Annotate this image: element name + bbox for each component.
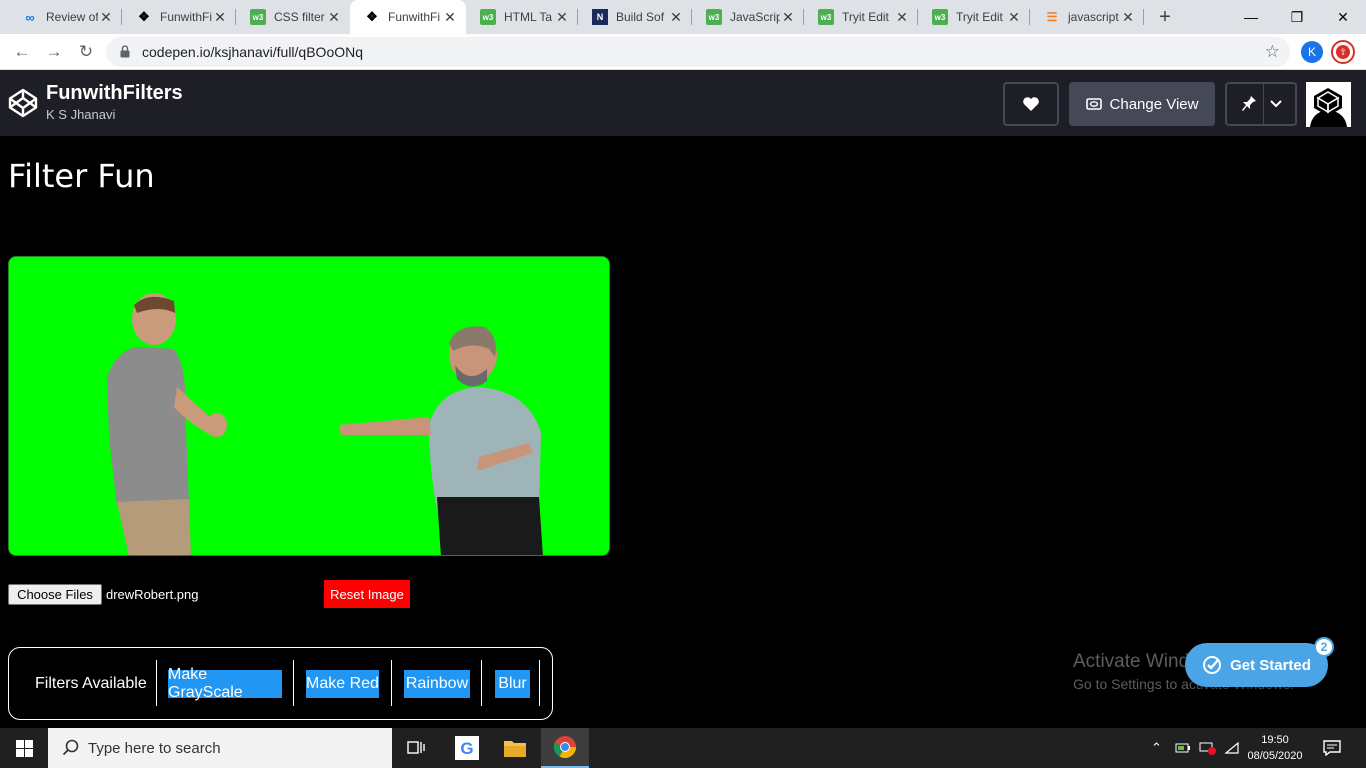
chevron-down-icon[interactable] [1269, 100, 1282, 108]
battery-icon[interactable] [1175, 728, 1191, 768]
taskbar-search[interactable]: Type here to search [48, 728, 392, 768]
lock-icon [120, 45, 130, 58]
browser-tab[interactable]: w3 Tryit Edit ✕ [804, 0, 918, 34]
check-circle-icon [1203, 656, 1222, 674]
pen-author[interactable]: K S Jhanavi [46, 107, 115, 122]
forward-arrow-icon[interactable]: → [42, 40, 66, 64]
w3schools-icon: w3 [818, 9, 834, 25]
browser-tab[interactable]: ❖ FunwithFi ✕ [122, 0, 236, 34]
clock-date: 08/05/2020 [1247, 750, 1303, 762]
windows-taskbar: Type here to search G ⌃ 19:50 08/05/2020 [0, 728, 1366, 768]
windows-start-icon[interactable] [0, 728, 48, 768]
browser-tab[interactable]: w3 JavaScrip ✕ [692, 0, 804, 34]
new-tab-button[interactable]: + [1154, 6, 1176, 28]
w3schools-icon: w3 [480, 9, 496, 25]
close-tab-icon[interactable]: ✕ [1120, 9, 1136, 25]
google-app-icon[interactable]: G [443, 728, 491, 768]
get-started-button[interactable]: Get Started [1185, 643, 1328, 687]
close-tab-icon[interactable]: ✕ [326, 9, 342, 25]
codepen-logo-icon[interactable] [8, 88, 38, 118]
heart-icon [1023, 97, 1039, 111]
close-tab-icon[interactable]: ✕ [212, 9, 228, 25]
buildsoft-icon: N [592, 9, 608, 25]
system-clock[interactable]: 19:50 08/05/2020 [1245, 732, 1305, 764]
image-canvas [8, 256, 610, 556]
change-view-icon [1085, 98, 1102, 110]
network-error-icon[interactable] [1199, 728, 1217, 768]
address-bar[interactable]: codepen.io/ksjhanavi/full/qBOoONq ☆ [106, 37, 1290, 67]
browser-tab[interactable]: N Build Sof ✕ [578, 0, 692, 34]
close-tab-icon[interactable]: ✕ [98, 9, 114, 25]
close-tab-icon[interactable]: ✕ [668, 9, 684, 25]
codepen-icon: ❖ [138, 9, 150, 24]
like-button[interactable] [1003, 82, 1059, 126]
notification-badge: 2 [1314, 637, 1334, 657]
task-view-icon[interactable] [392, 728, 440, 768]
search-icon [62, 739, 79, 756]
reset-image-button[interactable]: Reset Image [324, 580, 410, 608]
make-red-button[interactable]: Make Red [306, 670, 379, 698]
browser-tab[interactable]: w3 CSS filter ✕ [236, 0, 350, 34]
blur-button[interactable]: Blur [495, 670, 530, 698]
search-placeholder: Type here to search [88, 740, 221, 757]
close-window-button[interactable]: ✕ [1320, 0, 1366, 34]
w3schools-icon: w3 [706, 9, 722, 25]
close-tab-icon[interactable]: ✕ [442, 9, 458, 25]
browser-tab[interactable]: w3 Tryit Edit ✕ [918, 0, 1030, 34]
rainbow-button[interactable]: Rainbow [404, 670, 470, 698]
make-grayscale-button[interactable]: Make GrayScale [168, 666, 282, 701]
filters-panel: Filters Available Make GrayScale Make Re… [8, 647, 553, 720]
chrome-app-icon[interactable] [541, 728, 589, 768]
wifi-icon[interactable] [1224, 728, 1240, 768]
get-started-label: Get Started [1230, 656, 1311, 674]
url-text: codepen.io/ksjhanavi/full/qBOoONq [142, 44, 364, 60]
browser-tab-strip: ∞ Review of ✕ ❖ FunwithFi ✕ w3 CSS filte… [0, 0, 1366, 34]
selected-file-name: drewRobert.png [106, 587, 199, 602]
reload-icon[interactable]: ↻ [74, 40, 98, 64]
bookmark-star-icon[interactable]: ☆ [1265, 42, 1280, 62]
profile-avatar[interactable]: K [1301, 41, 1323, 63]
browser-toolbar: ← → ↻ codepen.io/ksjhanavi/full/qBOoONq … [0, 34, 1366, 70]
codepen-header: FunwithFilters K S Jhanavi Change View [0, 70, 1366, 136]
codepen-icon: ❖ [366, 9, 378, 24]
file-explorer-icon[interactable] [491, 728, 539, 768]
close-tab-icon[interactable]: ✕ [1006, 9, 1022, 25]
pen-title[interactable]: FunwithFilters [46, 82, 183, 105]
minimize-button[interactable]: — [1228, 0, 1274, 34]
show-hidden-icons[interactable]: ⌃ [1151, 728, 1162, 768]
browser-tab[interactable]: ☰ javascript ✕ [1030, 0, 1144, 34]
w3schools-icon: w3 [250, 9, 266, 25]
change-view-label: Change View [1109, 95, 1199, 113]
browser-tab[interactable]: ∞ Review of ✕ [8, 0, 122, 34]
back-arrow-icon[interactable]: ← [10, 40, 34, 64]
change-view-button[interactable]: Change View [1069, 82, 1215, 126]
browser-tab[interactable]: w3 HTML Ta ✕ [466, 0, 578, 34]
clock-time: 19:50 [1261, 734, 1289, 746]
green-screen-photo [9, 257, 609, 555]
close-tab-icon[interactable]: ✕ [894, 9, 910, 25]
notification-center-icon[interactable] [1323, 728, 1341, 768]
browser-tab-active[interactable]: ❖ FunwithFi ✕ [350, 0, 466, 34]
filters-label: Filters Available [35, 675, 147, 692]
choose-files-button[interactable]: Choose Files [8, 584, 102, 605]
w3schools-icon: w3 [932, 9, 948, 25]
review-icon: ∞ [25, 9, 35, 25]
pin-button[interactable] [1225, 82, 1297, 126]
close-tab-icon[interactable]: ✕ [554, 9, 570, 25]
extension-icon[interactable]: ⇧ [1331, 40, 1355, 64]
stackoverflow-icon: ☰ [1046, 10, 1058, 24]
pin-icon [1241, 96, 1256, 111]
restore-button[interactable]: ❐ [1274, 0, 1320, 34]
close-tab-icon[interactable]: ✕ [780, 9, 796, 25]
svg-text:G: G [460, 739, 473, 758]
user-avatar[interactable] [1306, 82, 1351, 127]
page-title: Filter Fun [8, 157, 155, 195]
